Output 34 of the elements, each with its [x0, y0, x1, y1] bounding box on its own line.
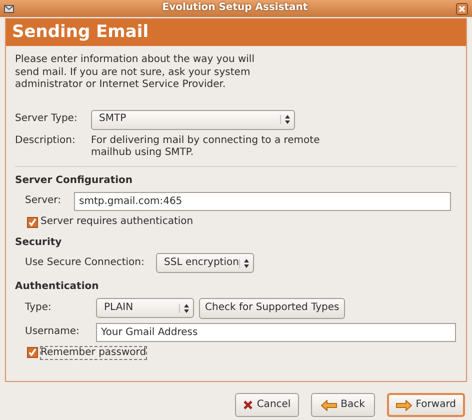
description-text: For delivering mail by connecting to a remote mailhub using SMTP.	[91, 134, 321, 160]
back-button[interactable]: Back	[310, 393, 375, 417]
mail-icon	[4, 4, 14, 12]
close-icon[interactable]	[456, 2, 468, 14]
field-label: Server Type:	[15, 113, 78, 126]
right-arrow-icon	[396, 400, 412, 410]
field-label: Server:	[25, 195, 62, 208]
left-arrow-icon	[320, 400, 337, 410]
field-label: Type:	[25, 302, 52, 314]
auth-type-select[interactable]: PLAIN	[96, 298, 194, 318]
checkbox-label[interactable]: Remember password	[40, 346, 146, 359]
page-title: Sending Email	[6, 19, 466, 46]
field-label: Use Secure Connection:	[25, 256, 146, 270]
secure-connection-select[interactable]: SSL encryption	[156, 253, 254, 273]
window-title: Evolution Setup Assistant	[161, 2, 309, 15]
spin-arrows-icon	[285, 115, 290, 124]
checkbox[interactable]	[27, 216, 38, 228]
section-heading: Security	[15, 236, 63, 249]
section-heading: Authentication	[15, 281, 100, 294]
server-field[interactable]: smtp.gmail.com:465	[74, 192, 451, 211]
spin-arrows-icon	[184, 304, 189, 312]
check-types-button[interactable]: Check for Supported Types	[199, 298, 346, 318]
close-icon	[242, 400, 253, 410]
username-field[interactable]: Your Gmail Address	[96, 322, 456, 342]
spin-arrows-icon	[244, 258, 249, 268]
cancel-button[interactable]: Cancel	[234, 393, 299, 417]
checkbox-label[interactable]: Server requires authentication	[40, 216, 194, 228]
section-heading: Server Configuration	[15, 174, 134, 187]
checkbox[interactable]	[27, 347, 38, 358]
server-type-select[interactable]: SMTP	[91, 110, 295, 130]
field-label: Description:	[15, 134, 76, 148]
intro-text: Please enter information about the way you will send mail. If you are not sure, ask your system administrator or Internet Service Provider.	[15, 54, 256, 92]
field-label: Username:	[25, 326, 80, 338]
forward-button[interactable]: Forward	[386, 393, 465, 417]
